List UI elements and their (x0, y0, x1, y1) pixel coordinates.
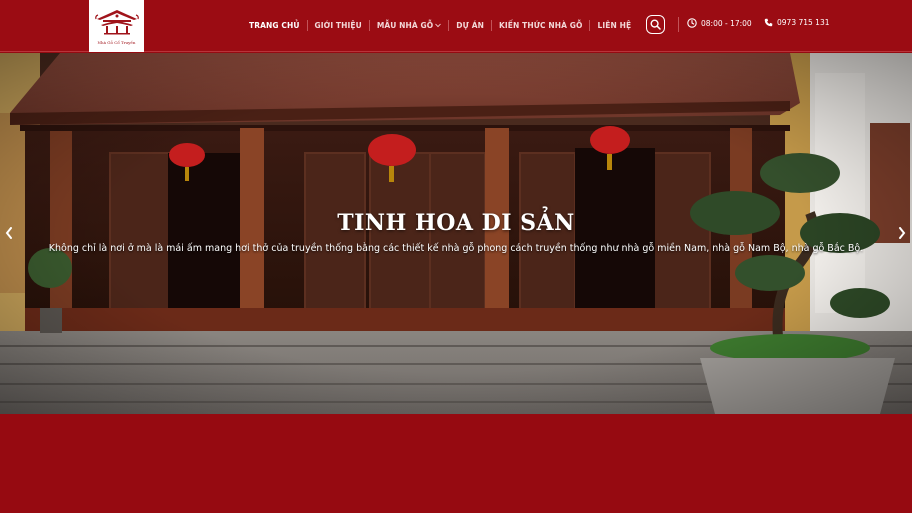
nav-item-house-models-label: MẪU NHÀ GỖ (376, 20, 434, 30)
hero-slider: TINH HOA DI SẢN Không chỉ là nơi ở mà là… (0, 53, 912, 414)
hero-title: TINH HOA DI SẢN (337, 210, 575, 236)
nav-item-contact[interactable]: LIÊN HỆ (590, 21, 638, 30)
nav-item-projects[interactable]: DỰ ÁN (449, 21, 491, 30)
slider-prev-button[interactable] (2, 223, 16, 243)
site-logo[interactable]: Nhà Gỗ Cổ Truyền (89, 0, 144, 52)
nav-item-house-models[interactable]: MẪU NHÀ GỖ (370, 21, 448, 30)
hero-subtitle: Không chỉ là nơi ở mà là mái ấm mang hơi… (48, 243, 864, 254)
logo-temple-icon (94, 10, 139, 35)
phone-contact[interactable]: 0973 715 131 (764, 18, 830, 27)
main-nav: TRANG CHỦ GIỚI THIỆU MẪU NHÀ GỖ DỰ ÁN KI… (242, 18, 638, 32)
opening-hours: 08:00 - 17:00 (687, 18, 752, 28)
chevron-left-icon (5, 227, 12, 239)
slider-next-button[interactable] (895, 223, 909, 243)
header-divider (678, 17, 679, 32)
chevron-right-icon (899, 227, 906, 239)
chevron-down-icon (435, 23, 442, 27)
search-icon (650, 19, 661, 30)
opening-hours-text: 08:00 - 17:00 (701, 18, 752, 28)
nav-item-about[interactable]: GIỚI THIỆU (308, 21, 369, 30)
nav-item-home[interactable]: TRANG CHỦ (242, 21, 307, 30)
nav-item-knowledge[interactable]: KIẾN THỨC NHÀ GỖ (492, 21, 590, 30)
phone-number: 0973 715 131 (777, 18, 830, 27)
search-button[interactable] (646, 15, 665, 34)
content-section (0, 414, 912, 513)
logo-text: Nhà Gỗ Cổ Truyền (97, 40, 136, 45)
clock-icon (687, 18, 697, 28)
phone-icon (764, 18, 773, 27)
site-header: Nhà Gỗ Cổ Truyền TRANG CHỦ GIỚI THIỆU MẪ… (0, 0, 912, 52)
